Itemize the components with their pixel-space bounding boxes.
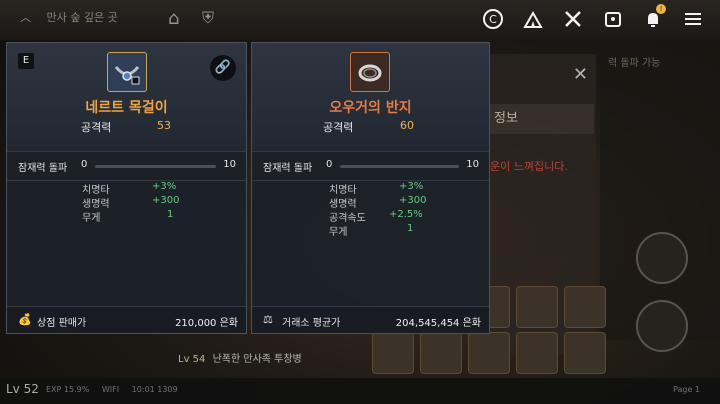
inventory-slot[interactable] xyxy=(516,332,558,374)
notification-badge: ! xyxy=(656,4,666,14)
inventory-slot[interactable] xyxy=(372,332,414,374)
crossed-axes-icon[interactable] xyxy=(560,6,586,32)
house-icon[interactable]: ⌂ xyxy=(168,8,190,30)
footer-label: 상점 판매가 xyxy=(37,318,87,329)
ring-icon xyxy=(350,52,390,92)
limit-track xyxy=(95,165,216,168)
bell-icon[interactable]: ! xyxy=(640,4,666,32)
top-bar: ︿ 만사 숲 깊은 곳 ⌂ ⛨ C ! xyxy=(0,0,720,40)
background-side-panel: 력 돌파 가능 xyxy=(600,40,720,340)
menu-icon[interactable] xyxy=(680,6,706,32)
status-bar: Lv 52 EXP 15.9% WIFI 10:01 1309 Page 1 xyxy=(0,378,720,404)
necklace-icon xyxy=(107,52,147,92)
inventory-slot[interactable] xyxy=(564,332,606,374)
grade-badge: E xyxy=(18,53,34,69)
info-tab[interactable]: 정보 xyxy=(490,104,594,134)
chevron-up-icon[interactable]: ︿ xyxy=(20,11,31,24)
limit-max: 10 xyxy=(466,159,479,170)
exp-readout: EXP 15.9% WIFI 10:01 1309 xyxy=(46,385,178,394)
footer-label: 거래소 평균가 xyxy=(282,318,341,329)
item-name: 오우거의 반지 xyxy=(329,100,412,116)
footer-value: 210,000 은화 xyxy=(175,318,238,329)
potential-breakthrough: 잠재력 돌파 0 10 xyxy=(252,151,489,181)
close-icon[interactable]: ✕ xyxy=(573,64,588,85)
svg-text:C: C xyxy=(489,13,497,26)
limit-label: 잠재력 돌파 xyxy=(263,163,313,174)
inventory-slot[interactable] xyxy=(468,332,510,374)
inventory-slot[interactable] xyxy=(420,332,462,374)
copyright-icon[interactable]: C xyxy=(480,6,506,32)
inventory-slot[interactable] xyxy=(564,286,606,328)
camp-icon[interactable] xyxy=(520,6,546,32)
money-bag-icon: 💰 xyxy=(18,313,32,326)
inventory-slot[interactable] xyxy=(516,286,558,328)
limit-min: 0 xyxy=(326,159,333,170)
breadcrumb[interactable]: ︿ 만사 숲 깊은 곳 xyxy=(20,9,118,25)
side-panel-label: 력 돌파 가능 xyxy=(608,58,661,69)
link-icon[interactable]: 🔗 xyxy=(210,55,236,81)
page-indicator: Page 1 xyxy=(673,385,700,394)
limit-max: 10 xyxy=(223,159,236,170)
tooltip-header: E 🔗 네르트 목걸이 공격력 53 xyxy=(7,43,246,151)
player-level: Lv 52 xyxy=(6,382,39,396)
attack-label: 공격력 xyxy=(323,121,354,134)
item-tooltip-necklace: E 🔗 네르트 목걸이 공격력 53 잠재력 돌파 0 10 치명타 +3% 생… xyxy=(6,42,247,334)
tooltip-footer: ⚖ 거래소 평균가 204,545,454 은화 xyxy=(252,306,489,333)
limit-min: 0 xyxy=(81,159,88,170)
limit-track xyxy=(340,165,459,168)
scales-icon: ⚖ xyxy=(263,313,273,326)
shield-icon[interactable]: ⛨ xyxy=(202,8,224,30)
inventory-row xyxy=(372,332,606,374)
attack-value: 60 xyxy=(400,119,414,132)
background-npc-line: Lv 54 난폭한 만사족 투창병 xyxy=(178,354,302,365)
footer-value: 204,545,454 은화 xyxy=(395,318,481,329)
attack-label: 공격력 xyxy=(81,121,112,134)
attack-button[interactable] xyxy=(636,300,688,352)
breadcrumb-label: 만사 숲 깊은 곳 xyxy=(46,11,118,24)
bag-icon[interactable] xyxy=(600,6,626,32)
top-icon-group: C ! xyxy=(480,4,706,32)
warning-text: 운이 느껴집니다. xyxy=(490,160,568,173)
tooltip-header: 오우거의 반지 공격력 60 xyxy=(252,43,489,151)
potential-breakthrough: 잠재력 돌파 0 10 xyxy=(7,151,246,181)
item-name: 네르트 목걸이 xyxy=(85,100,168,116)
item-tooltip-ring: 오우거의 반지 공격력 60 잠재력 돌파 0 10 치명타 +3% 생명력 +… xyxy=(251,42,490,334)
attack-value: 53 xyxy=(157,119,171,132)
skill-button[interactable] xyxy=(636,232,688,284)
limit-label: 잠재력 돌파 xyxy=(18,163,68,174)
tooltip-footer: 💰 상점 판매가 210,000 은화 xyxy=(7,306,246,333)
